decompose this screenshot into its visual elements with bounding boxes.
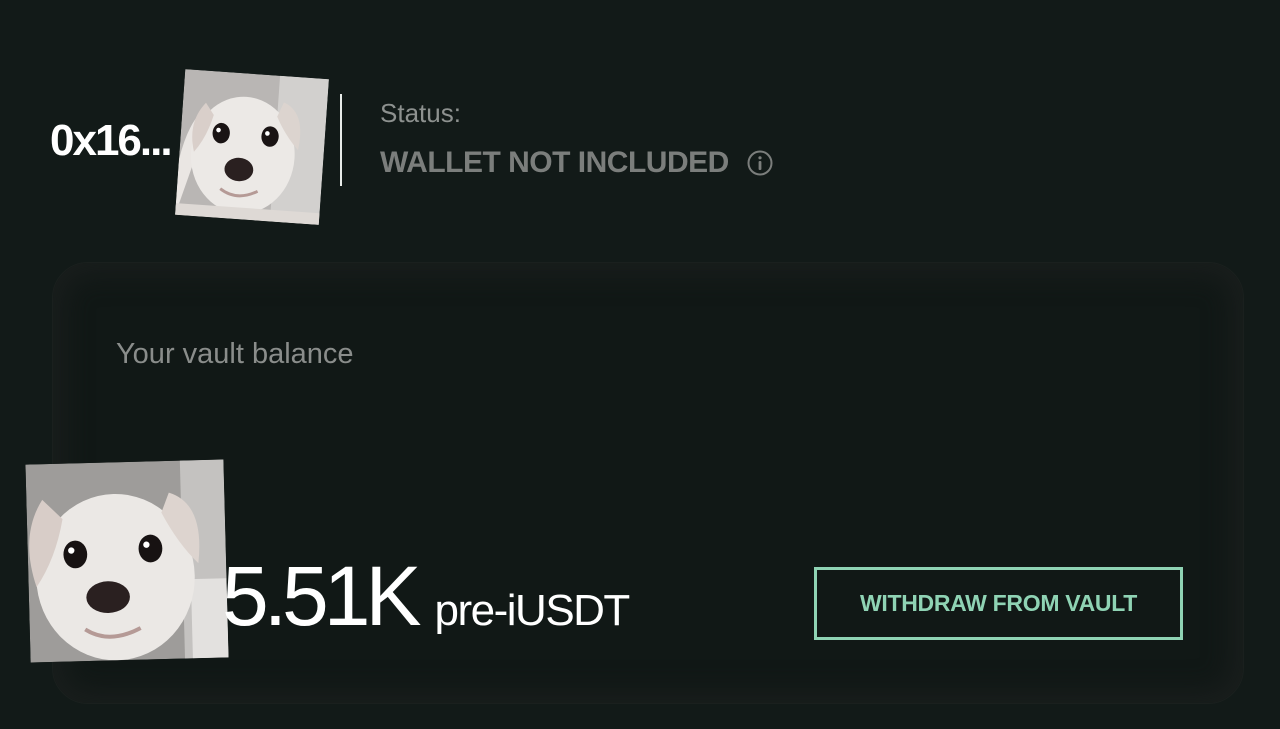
status-row: WALLET NOT INCLUDED bbox=[380, 146, 773, 180]
balance-amount: 5.51K bbox=[222, 549, 422, 643]
vault-balance: 5.51K pre-iUSDT bbox=[222, 548, 631, 645]
puppy-token-image bbox=[25, 459, 229, 663]
withdraw-from-vault-button[interactable]: WITHDRAW FROM VAULT bbox=[814, 567, 1183, 640]
balance-unit: pre-iUSDT bbox=[434, 586, 631, 635]
vault-balance-label: Your vault balance bbox=[116, 338, 354, 370]
status-value: WALLET NOT INCLUDED bbox=[380, 146, 729, 179]
wallet-address: 0x16... bbox=[50, 116, 173, 165]
header-divider bbox=[340, 94, 342, 186]
status-label: Status: bbox=[380, 98, 461, 128]
info-icon[interactable] bbox=[747, 150, 773, 176]
puppy-avatar-image bbox=[175, 69, 329, 225]
